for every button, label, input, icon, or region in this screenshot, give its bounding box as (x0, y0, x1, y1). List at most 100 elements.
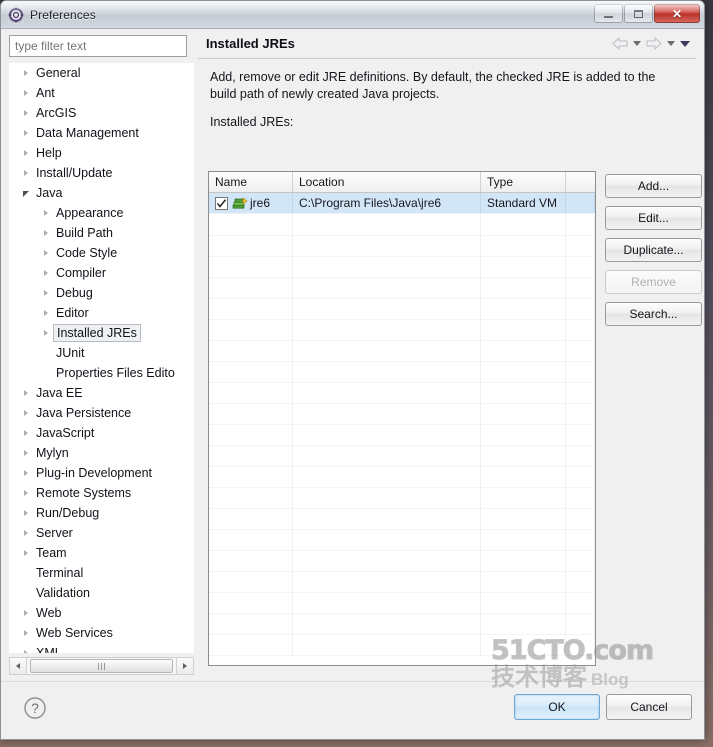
back-arrow-icon[interactable] (612, 37, 628, 50)
chevron-right-icon[interactable] (19, 130, 33, 136)
sidebar-item-web-services[interactable]: Web Services (9, 623, 194, 643)
sidebar-item-data-management[interactable]: Data Management (9, 123, 194, 143)
chevron-right-icon[interactable] (19, 650, 33, 653)
scrollbar-track[interactable] (27, 658, 176, 674)
chevron-right-icon[interactable] (19, 150, 33, 156)
sidebar-item-properties-files-edito[interactable]: Properties Files Edito (9, 363, 194, 383)
table-empty-row (209, 320, 595, 341)
table-empty-row (209, 383, 595, 404)
filter-input[interactable] (9, 35, 187, 57)
column-header-extra[interactable] (566, 172, 595, 192)
column-header-type[interactable]: Type (481, 172, 566, 192)
preferences-tree[interactable]: General Ant ArcGIS Data Management Help Insta… (9, 63, 194, 653)
preferences-page: Installed JREs Add, remove or edit JRE d… (198, 29, 702, 681)
table-row[interactable]: jre6 C:\Program Files\Java\jre6 Standard V… (209, 193, 595, 214)
sidebar-item-team[interactable]: Team (9, 543, 194, 563)
sidebar-item-label: Ant (36, 86, 55, 100)
sidebar-item-xml[interactable]: XML (9, 643, 194, 653)
chevron-right-icon[interactable] (19, 530, 33, 536)
chevron-right-icon[interactable] (19, 550, 33, 556)
chevron-right-icon[interactable] (39, 270, 53, 276)
chevron-right-icon[interactable] (19, 410, 33, 416)
cell-extra (566, 193, 595, 213)
chevron-right-icon[interactable] (19, 90, 33, 96)
table-and-buttons: Name Location Type jre6 C:\Program Files\… (208, 171, 702, 681)
help-icon[interactable]: ? (23, 696, 47, 720)
forward-arrow-icon[interactable] (646, 37, 662, 50)
sidebar-item-validation[interactable]: Validation (9, 583, 194, 603)
sidebar-item-server[interactable]: Server (9, 523, 194, 543)
chevron-right-icon[interactable] (19, 450, 33, 456)
duplicate-button[interactable]: Duplicate... (605, 238, 702, 262)
chevron-right-icon[interactable] (39, 210, 53, 216)
sidebar-item-remote-systems[interactable]: Remote Systems (9, 483, 194, 503)
chevron-right-icon[interactable] (19, 630, 33, 636)
add-button[interactable]: Add... (605, 174, 702, 198)
chevron-right-icon[interactable] (19, 610, 33, 616)
maximize-button[interactable] (624, 4, 653, 23)
chevron-right-icon[interactable] (19, 510, 33, 516)
sidebar-item-web[interactable]: Web (9, 603, 194, 623)
back-dropdown-icon[interactable] (633, 41, 641, 46)
column-header-name[interactable]: Name (209, 172, 293, 192)
view-menu-icon[interactable] (680, 40, 690, 47)
chevron-right-icon[interactable] (19, 110, 33, 116)
chevron-right-icon[interactable] (19, 430, 33, 436)
sidebar-item-compiler[interactable]: Compiler (9, 263, 194, 283)
chevron-right-icon[interactable] (39, 250, 53, 256)
sidebar-item-terminal[interactable]: Terminal (9, 563, 194, 583)
close-button[interactable]: ✕ (654, 4, 700, 23)
window-titlebar[interactable]: Preferences ✕ (1, 1, 704, 29)
chevron-right-icon[interactable] (19, 470, 33, 476)
sidebar-item-ant[interactable]: Ant (9, 83, 194, 103)
chevron-right-icon[interactable] (19, 490, 33, 496)
sidebar-item-appearance[interactable]: Appearance (9, 203, 194, 223)
sidebar-item-label: Editor (56, 306, 89, 320)
sidebar-item-install-update[interactable]: Install/Update (9, 163, 194, 183)
sidebar-item-installed-jres[interactable]: Installed JREs (9, 323, 194, 343)
search-button[interactable]: Search... (605, 302, 702, 326)
sidebar-item-plug-in-development[interactable]: Plug-in Development (9, 463, 194, 483)
chevron-right-icon[interactable] (39, 230, 53, 236)
sidebar-item-editor[interactable]: Editor (9, 303, 194, 323)
chevron-right-icon[interactable] (39, 330, 53, 336)
chevron-right-icon[interactable] (39, 310, 53, 316)
sidebar-item-label: JavaScript (36, 426, 95, 440)
column-header-location[interactable]: Location (293, 172, 481, 192)
sidebar-item-general[interactable]: General (9, 63, 194, 83)
table-empty-rows (209, 215, 595, 665)
sidebar-item-label: Mylyn (36, 446, 69, 460)
scroll-right-icon[interactable] (176, 658, 193, 674)
chevron-right-icon[interactable] (19, 170, 33, 176)
sidebar-item-arcgis[interactable]: ArcGIS (9, 103, 194, 123)
sidebar-item-javascript[interactable]: JavaScript (9, 423, 194, 443)
table-empty-row (209, 215, 595, 236)
sidebar-item-java[interactable]: Java (9, 183, 194, 203)
installed-jres-table[interactable]: Name Location Type jre6 C:\Program Files\… (208, 171, 596, 666)
sidebar-item-code-style[interactable]: Code Style (9, 243, 194, 263)
sidebar-item-mylyn[interactable]: Mylyn (9, 443, 194, 463)
chevron-right-icon[interactable] (39, 290, 53, 296)
edit-button[interactable]: Edit... (605, 206, 702, 230)
table-empty-row (209, 572, 595, 593)
cancel-button[interactable]: Cancel (606, 694, 692, 720)
jre-checkbox[interactable] (215, 196, 228, 210)
chevron-down-icon[interactable] (19, 189, 33, 197)
sidebar-item-build-path[interactable]: Build Path (9, 223, 194, 243)
chevron-right-icon[interactable] (19, 70, 33, 76)
scroll-left-icon[interactable] (10, 658, 27, 674)
tree-horizontal-scrollbar[interactable] (9, 657, 194, 675)
ok-button[interactable]: OK (514, 694, 600, 720)
sidebar-item-run-debug[interactable]: Run/Debug (9, 503, 194, 523)
minimize-button[interactable] (594, 4, 623, 23)
forward-dropdown-icon[interactable] (667, 41, 675, 46)
chevron-right-icon[interactable] (19, 390, 33, 396)
installed-jres-label: Installed JREs: (210, 115, 294, 129)
sidebar-item-help[interactable]: Help (9, 143, 194, 163)
sidebar-item-label: Java EE (36, 386, 83, 400)
sidebar-item-java-persistence[interactable]: Java Persistence (9, 403, 194, 423)
sidebar-item-debug[interactable]: Debug (9, 283, 194, 303)
scrollbar-thumb[interactable] (30, 659, 173, 673)
sidebar-item-junit[interactable]: JUnit (9, 343, 194, 363)
sidebar-item-java-ee[interactable]: Java EE (9, 383, 194, 403)
